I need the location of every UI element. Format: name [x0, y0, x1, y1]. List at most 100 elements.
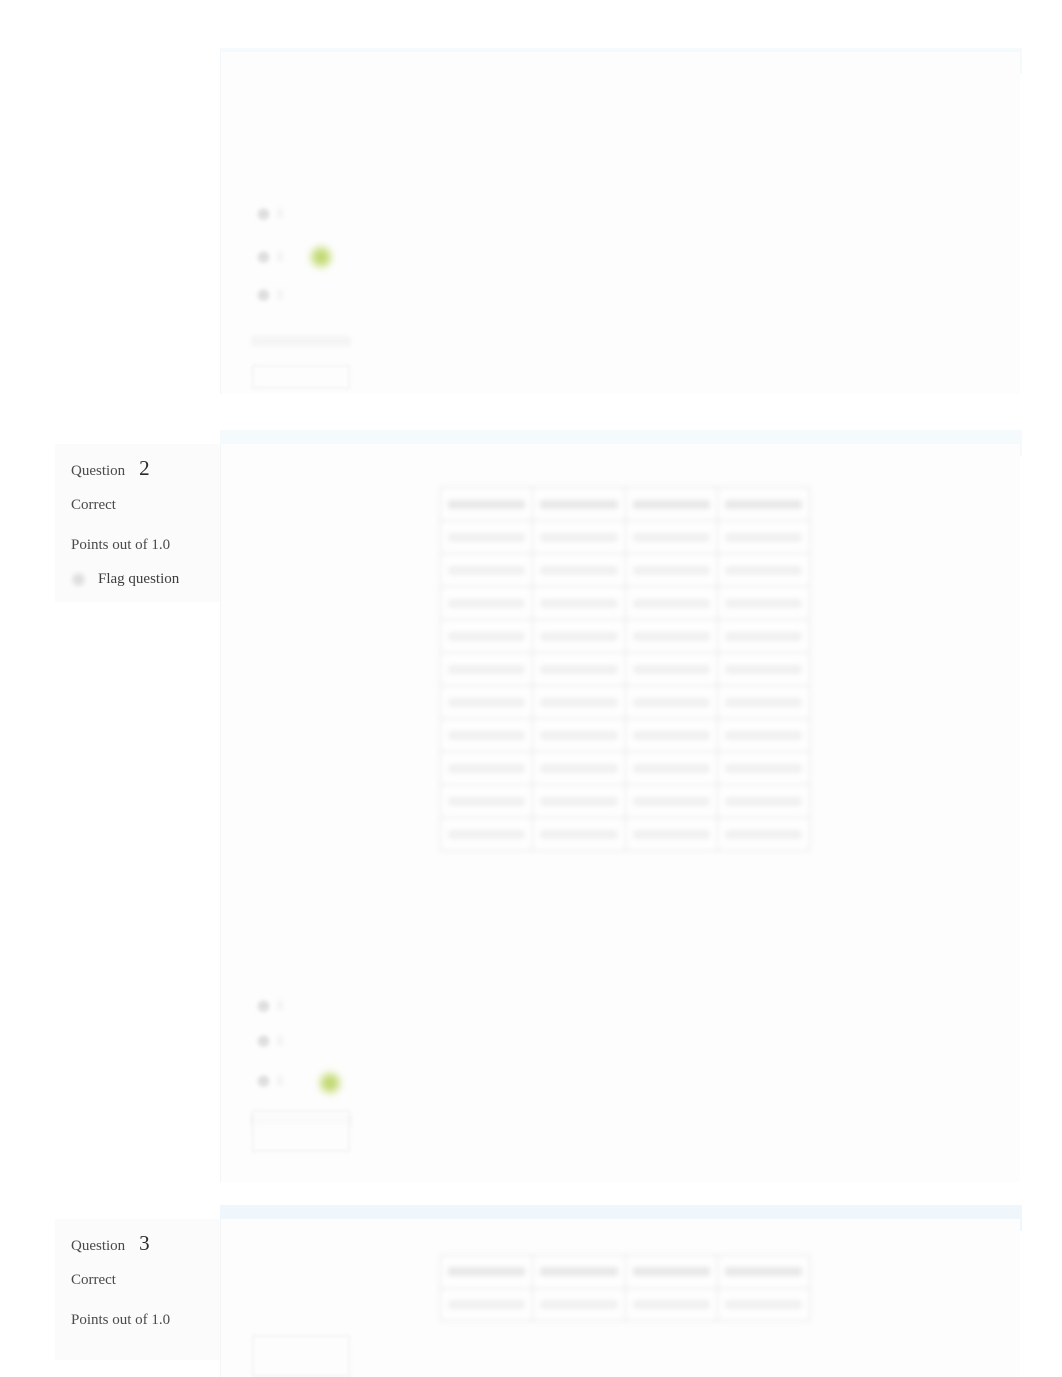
- answer-feedback-text: [251, 336, 351, 346]
- question-number-label: Question: [71, 463, 126, 479]
- table-row: [439, 685, 811, 719]
- question-data-table: [439, 487, 811, 851]
- table-cell: [716, 1287, 811, 1321]
- table-cell: [532, 817, 626, 851]
- question-block-1: [55, 0, 1022, 408]
- correct-answer-check-icon: [308, 244, 334, 270]
- table-row: [439, 619, 811, 653]
- table-cell: [624, 685, 718, 719]
- answer-option-text-2: [277, 1035, 283, 1046]
- table-cell: [532, 1287, 626, 1321]
- answer-feedback-box: [252, 365, 350, 389]
- table-cell: [532, 520, 626, 554]
- table-row: [439, 652, 811, 686]
- question-marks: Points out of 1.0: [71, 537, 171, 553]
- answer-option-radio-3[interactable]: [257, 1075, 270, 1088]
- table-cell: [624, 751, 718, 785]
- question-data-table: [439, 1255, 811, 1321]
- answer-option-text-3: [277, 289, 283, 300]
- table-cell: [532, 652, 626, 686]
- table-row: [439, 784, 811, 818]
- question-block-3: Question 3 Correct Points out of 1.0: [55, 1205, 1022, 1377]
- answer-option-text-1: [277, 1000, 283, 1011]
- table-cell: [439, 1255, 534, 1289]
- table-cell: [624, 520, 718, 554]
- flag-question-label: Flag question: [98, 571, 180, 587]
- table-cell: [439, 553, 534, 587]
- table-cell: [716, 520, 811, 554]
- table-cell: [532, 619, 626, 653]
- table-cell: [439, 619, 534, 653]
- table-cell: [439, 1287, 534, 1321]
- question-state: Correct: [71, 1272, 116, 1288]
- table-cell: [532, 751, 626, 785]
- table-cell: [439, 487, 534, 521]
- question-info-column: Question 2 Correct Points out of 1.0 Fla…: [55, 444, 220, 602]
- table-cell: [624, 784, 718, 818]
- question-block-2: Question 2 Correct Points out of 1.0 Fla…: [55, 430, 1022, 1182]
- table-cell: [439, 817, 534, 851]
- question-number-row: Question 2: [55, 456, 220, 481]
- table-cell: [439, 685, 534, 719]
- table-cell: [532, 718, 626, 752]
- table-cell: [439, 718, 534, 752]
- answer-option-text-3: [277, 1075, 283, 1086]
- question-state: Correct: [71, 497, 116, 513]
- table-cell: [716, 619, 811, 653]
- table-cell: [716, 751, 811, 785]
- table-cell: [716, 487, 811, 521]
- answer-option-text-1: [277, 208, 283, 219]
- table-cell: [439, 586, 534, 620]
- table-cell: [624, 1287, 718, 1321]
- question-number-row: Question 3: [55, 1231, 220, 1256]
- table-cell: [624, 487, 718, 521]
- table-cell: [532, 487, 626, 521]
- data-table-grid: [439, 487, 811, 851]
- table-cell: [624, 652, 718, 686]
- table-row: [439, 553, 811, 587]
- table-cell: [624, 718, 718, 752]
- question-marks: Points out of 1.0: [71, 1312, 171, 1328]
- correct-answer-check-icon: [317, 1070, 343, 1096]
- table-row: [439, 718, 811, 752]
- table-cell: [624, 553, 718, 587]
- table-row: [439, 1287, 811, 1321]
- answer-option-radio-1[interactable]: [257, 208, 270, 221]
- answer-feedback-box: [252, 1110, 350, 1152]
- table-cell: [716, 1255, 811, 1289]
- table-row: [439, 520, 811, 554]
- table-cell: [716, 784, 811, 818]
- table-cell: [716, 685, 811, 719]
- table-cell: [624, 619, 718, 653]
- question-number-value: 2: [139, 456, 150, 480]
- table-cell: [532, 586, 626, 620]
- table-cell: [439, 652, 534, 686]
- answer-option-radio-2[interactable]: [257, 251, 270, 264]
- table-cell: [439, 751, 534, 785]
- table-cell: [716, 553, 811, 587]
- table-row: [439, 1255, 811, 1289]
- answer-option-text-2: [277, 251, 283, 262]
- table-cell: [716, 817, 811, 851]
- answer-option-radio-2[interactable]: [257, 1035, 270, 1048]
- table-row: [439, 586, 811, 620]
- table-cell: [532, 553, 626, 587]
- answer-option-radio-3[interactable]: [257, 289, 270, 302]
- table-cell: [532, 685, 626, 719]
- table-cell: [532, 784, 626, 818]
- table-cell: [624, 817, 718, 851]
- table-row: [439, 817, 811, 851]
- question-info-column: Question 3 Correct Points out of 1.0: [55, 1219, 220, 1360]
- table-cell: [716, 586, 811, 620]
- table-cell: [439, 520, 534, 554]
- question-number-value: 3: [139, 1231, 150, 1255]
- table-row: [439, 487, 811, 521]
- table-cell: [624, 586, 718, 620]
- flag-icon: [71, 572, 86, 587]
- flag-question-control[interactable]: Flag question: [55, 571, 220, 588]
- table-cell: [624, 1255, 718, 1289]
- table-cell: [716, 718, 811, 752]
- answer-feedback-box: [252, 1335, 350, 1377]
- table-cell: [716, 652, 811, 686]
- answer-option-radio-1[interactable]: [257, 1000, 270, 1013]
